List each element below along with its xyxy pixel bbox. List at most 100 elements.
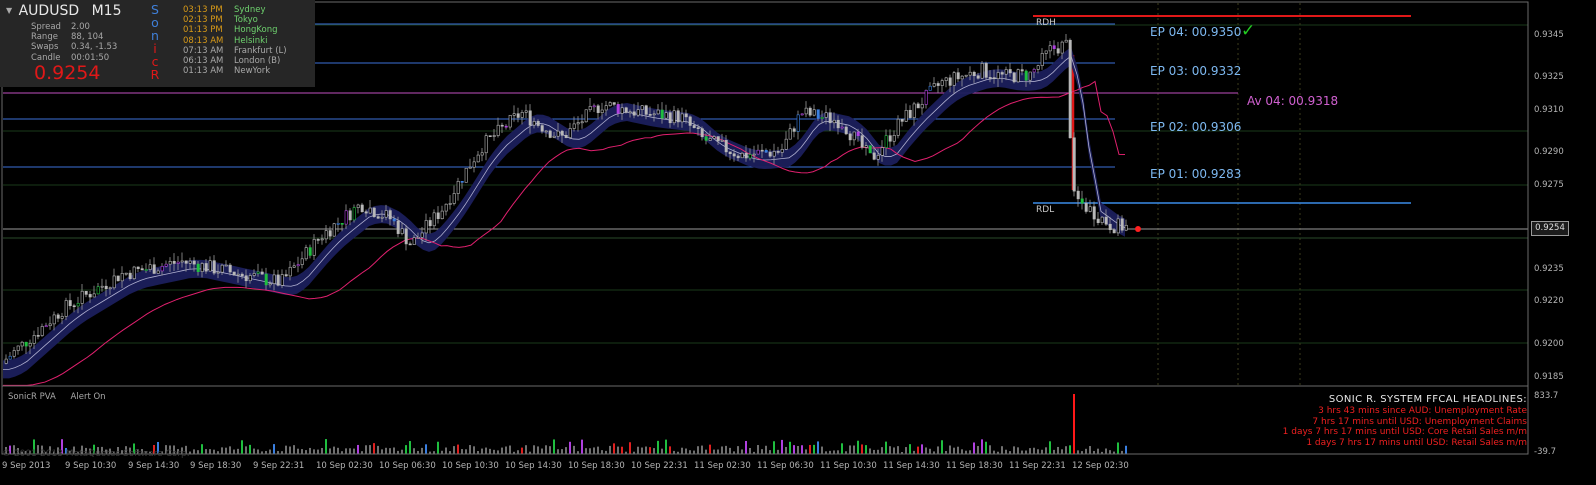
av04-label: Av 04: 00.9318 — [1247, 94, 1339, 108]
volume-bar — [473, 446, 475, 454]
candle-body — [564, 135, 568, 138]
y-tick: 0.9310 — [1534, 105, 1564, 115]
volume-bar — [337, 447, 339, 454]
volume-bar — [749, 447, 751, 454]
x-tick: 10 Sep 10:30 — [442, 461, 499, 471]
volume-bar — [1005, 449, 1007, 454]
candle-body — [1000, 72, 1004, 75]
volume-bar — [541, 448, 543, 454]
candle-body — [216, 271, 220, 274]
stat-value: 88, 104 — [71, 32, 104, 43]
candle-body — [808, 107, 812, 116]
candle-body — [396, 220, 400, 234]
candle-body — [664, 112, 668, 119]
volume-bar — [209, 449, 211, 454]
candle-body — [332, 223, 336, 237]
candle-body — [932, 83, 936, 87]
volume-bar — [273, 444, 275, 454]
candle-body — [536, 121, 540, 126]
candle-body — [276, 274, 280, 286]
volume-bar — [729, 447, 731, 454]
candle-body — [608, 102, 612, 106]
volume-bar — [357, 444, 359, 454]
volume-bar — [501, 447, 503, 454]
candle-body — [928, 85, 932, 91]
volume-bar — [797, 446, 799, 454]
candle-body — [1084, 202, 1088, 212]
volume-bar — [821, 446, 823, 454]
x-tick: 9 Sep 18:30 — [190, 461, 242, 471]
candle-body — [244, 275, 248, 282]
volume-bar — [745, 440, 747, 454]
candle-body — [680, 113, 684, 123]
x-tick: 11 Sep 02:30 — [694, 461, 751, 471]
volume-bar — [653, 448, 655, 454]
volume-bar — [1045, 447, 1047, 454]
candle-body — [904, 109, 908, 122]
volume-bar — [405, 445, 407, 454]
y-tick: 0.9185 — [1534, 372, 1564, 382]
volume-bar — [717, 449, 719, 454]
x-tick: 11 Sep 22:31 — [1009, 461, 1066, 471]
candle-body — [272, 274, 276, 284]
candle-body — [816, 109, 820, 119]
volume-bar — [369, 445, 371, 454]
volume-bar — [1049, 441, 1051, 454]
volume-bar — [1073, 394, 1075, 454]
candle-body — [556, 130, 560, 137]
volume-bar — [489, 448, 491, 454]
candle-body — [220, 264, 224, 273]
volume-bar — [517, 450, 519, 454]
candle-body — [68, 300, 72, 307]
candle-body — [60, 316, 64, 319]
candle-body — [48, 323, 52, 327]
volume-bar — [457, 444, 459, 454]
candle-body — [652, 113, 656, 116]
volume-bar — [973, 442, 975, 454]
candle-body — [384, 210, 388, 218]
candle-body — [24, 341, 28, 347]
volume-bar — [401, 449, 403, 454]
volume-bar — [469, 445, 471, 454]
candle-body — [512, 113, 516, 116]
candle-body — [1016, 69, 1020, 83]
x-tick: 9 Sep 22:31 — [253, 461, 305, 471]
candle-body — [692, 125, 696, 128]
volume-bar — [669, 446, 671, 454]
candle-body — [456, 180, 460, 194]
volume-bar — [957, 446, 959, 454]
volume-bar — [425, 444, 427, 454]
volume-bar — [1013, 446, 1015, 454]
session-row: 01:13 PM HongKong — [183, 25, 287, 35]
volume-bar — [509, 445, 511, 454]
brand-letter: R — [150, 67, 160, 82]
candle-body — [160, 266, 164, 272]
candle-body — [440, 210, 444, 219]
candle-body — [416, 236, 420, 239]
y-tick: 0.9220 — [1534, 296, 1564, 306]
volume-bar — [213, 449, 215, 454]
symbol-stats: Spread 2.00 Range 88, 104 Swaps 0.34, -1.53… — [31, 22, 117, 63]
candle-body — [432, 212, 436, 227]
candle-body — [180, 260, 184, 263]
symbol-title[interactable]: ▼ AUDUSD M15 — [6, 3, 122, 19]
volume-bar — [637, 446, 639, 454]
candle-body — [44, 325, 48, 328]
candle-body — [128, 272, 132, 279]
candle-body — [340, 223, 344, 225]
candle-body — [948, 77, 952, 86]
candle-body — [424, 220, 428, 234]
dropdown-icon[interactable]: ▼ — [6, 6, 12, 15]
candle-body — [516, 113, 520, 118]
volume-bar — [685, 448, 687, 454]
volume-bar — [813, 444, 815, 454]
candle-body — [852, 131, 856, 141]
candle-body — [788, 128, 792, 140]
volume-bar — [861, 444, 863, 454]
stat-label: Swaps — [31, 42, 59, 53]
volume-bar — [809, 444, 811, 454]
volume-bar — [549, 446, 551, 454]
volume-bar — [657, 440, 659, 454]
candle-body — [20, 341, 24, 347]
volume-bar — [649, 447, 651, 454]
